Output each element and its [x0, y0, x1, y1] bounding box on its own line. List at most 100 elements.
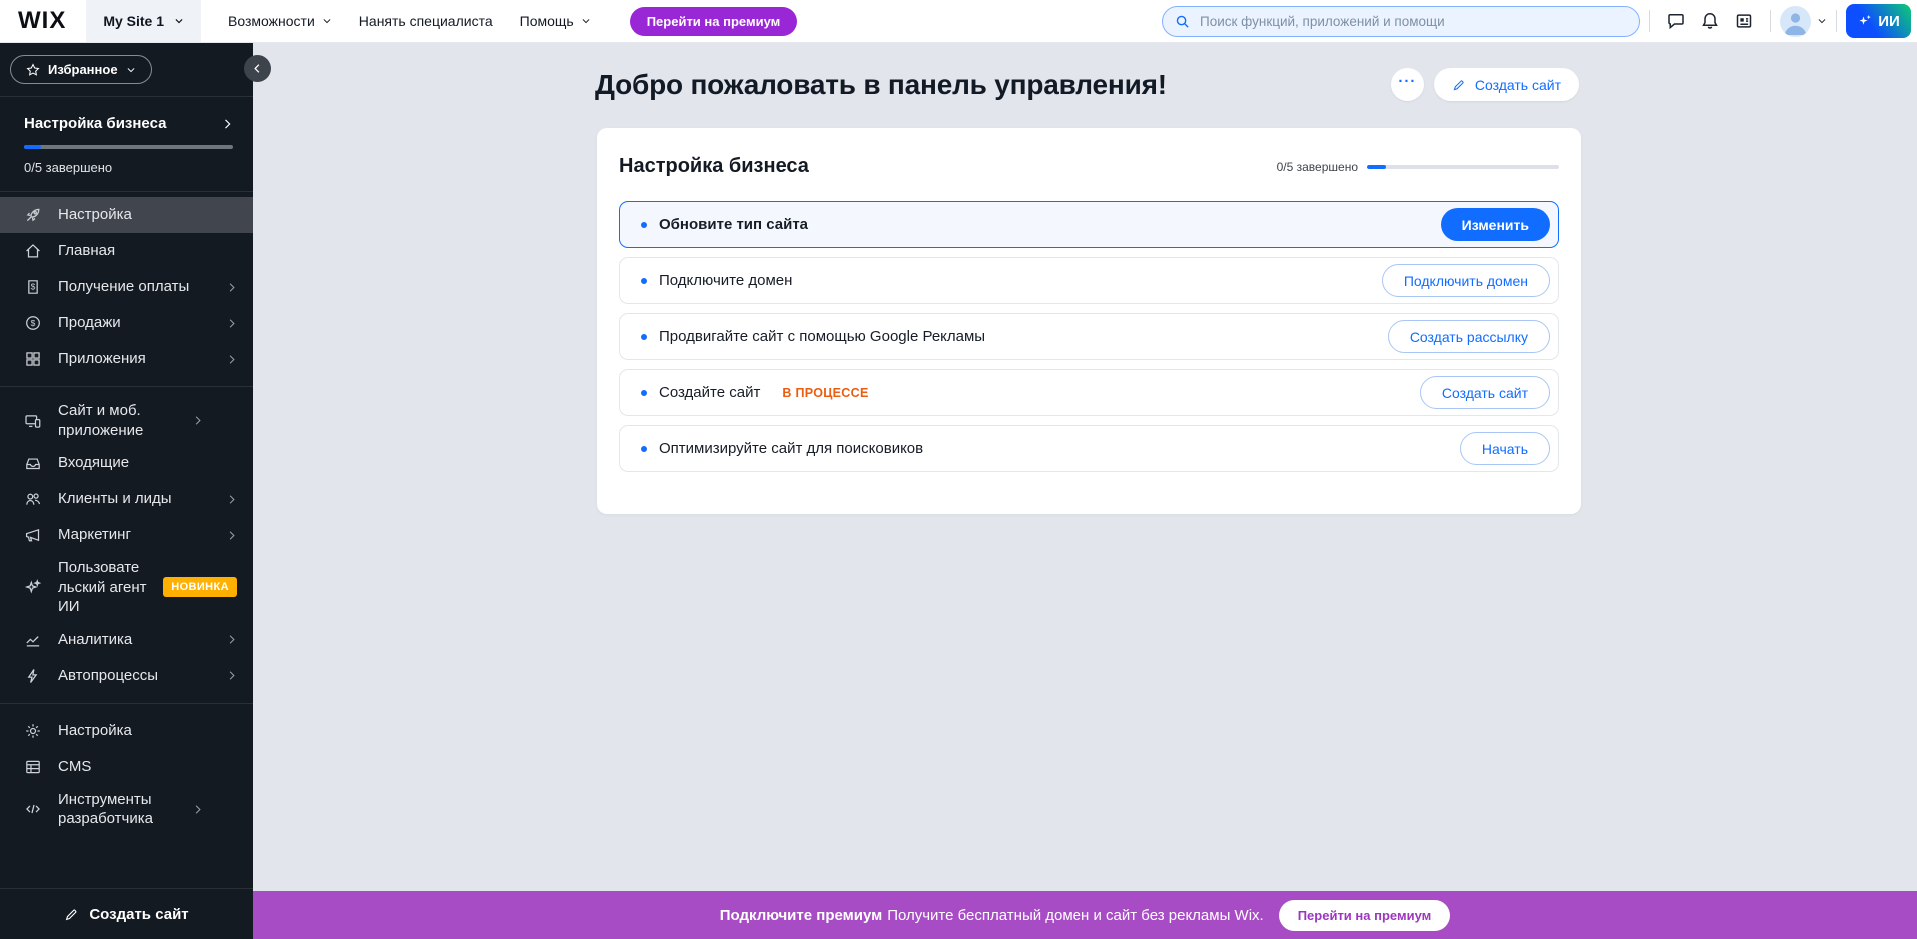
nav-help-label: Помощь — [520, 13, 574, 29]
site-menu-label: My Site 1 — [103, 13, 164, 29]
nav-hire-professional[interactable]: Нанять специалиста — [359, 13, 493, 29]
sidebar-item-payments[interactable]: $ Получение оплаты — [0, 269, 253, 305]
task-action-button[interactable]: Подключить домен — [1382, 264, 1550, 297]
bell-icon — [1700, 11, 1720, 31]
sidebar-item-label: Приложения — [58, 344, 210, 374]
divider — [0, 386, 253, 387]
account-menu[interactable] — [1780, 6, 1827, 37]
sidebar-item-label: Инструменты разработчика — [58, 785, 176, 834]
footer-premium-button[interactable]: Перейти на премиум — [1279, 900, 1451, 931]
chat-button[interactable] — [1659, 4, 1693, 38]
sidebar-item-marketing[interactable]: Маркетинг — [0, 517, 253, 553]
favorites-row: Избранное — [0, 42, 253, 97]
task-list: Обновите тип сайта Изменить Подключите д… — [619, 201, 1559, 472]
ai-assistant-button[interactable]: ИИ — [1846, 4, 1911, 38]
sidebar-item-cms[interactable]: CMS — [0, 749, 253, 785]
sidebar-create-site-button[interactable]: Создать сайт — [0, 888, 253, 939]
bullet-dot — [641, 278, 647, 284]
sidebar-item-inbox[interactable]: Входящие — [0, 445, 253, 481]
task-row-connect-domain[interactable]: Подключите домен Подключить домен — [619, 257, 1559, 304]
chevron-down-icon — [581, 16, 591, 26]
sidebar-setup-progress[interactable]: Настройка бизнеса 0/5 завершено — [0, 97, 253, 192]
sidebar-collapse-button[interactable] — [244, 55, 271, 82]
task-row-create-site[interactable]: Создайте сайт В ПРОЦЕССЕ Создать сайт — [619, 369, 1559, 416]
sidebar-item-label: Клиенты и лиды — [58, 484, 210, 514]
sidebar-item-sales[interactable]: $ Продажи — [0, 305, 253, 341]
search-bar[interactable] — [1162, 6, 1640, 37]
news-icon — [1734, 11, 1754, 31]
nav-hire-label: Нанять специалиста — [359, 13, 493, 29]
sidebar: Избранное Настройка бизнеса 0/5 завершен… — [0, 42, 253, 939]
chevron-right-icon — [226, 494, 237, 505]
sidebar-item-settings[interactable]: Настройка — [0, 713, 253, 749]
banner-text: Получите бесплатный домен и сайт без рек… — [887, 907, 1264, 924]
upgrade-premium-button[interactable]: Перейти на премиум — [630, 7, 798, 36]
sidebar-item-ai-agent[interactable]: Пользовательский агент ИИ НОВИНКА — [0, 553, 253, 622]
wix-logo[interactable]: WIX — [18, 7, 66, 35]
chevron-down-icon — [1817, 16, 1827, 26]
task-row-update-site-type[interactable]: Обновите тип сайта Изменить — [619, 201, 1559, 248]
card-progress: 0/5 завершено — [1277, 160, 1559, 174]
sidebar-item-label: Продажи — [58, 308, 210, 338]
setup-progress-bar — [24, 145, 233, 149]
chevron-right-icon — [226, 282, 237, 293]
nav-help[interactable]: Помощь — [520, 13, 591, 29]
search-input[interactable] — [1198, 13, 1633, 30]
sidebar-item-contacts[interactable]: Клиенты и лиды — [0, 481, 253, 517]
task-action-button[interactable]: Создать сайт — [1420, 376, 1550, 409]
search-icon — [1175, 14, 1190, 29]
notifications-button[interactable] — [1693, 4, 1727, 38]
sidebar-item-automations[interactable]: Автопроцессы — [0, 658, 253, 694]
task-label: Оптимизируйте сайт для поисковиков — [659, 440, 923, 457]
task-action-button[interactable]: Начать — [1460, 432, 1550, 465]
task-row-seo[interactable]: Оптимизируйте сайт для поисковиков Начат… — [619, 425, 1559, 472]
svg-text:$: $ — [31, 282, 36, 292]
bullet-dot — [641, 446, 647, 452]
contacts-icon — [24, 490, 42, 508]
home-icon — [24, 242, 42, 260]
sidebar-item-apps[interactable]: Приложения — [0, 341, 253, 377]
nav-features[interactable]: Возможности — [228, 13, 332, 29]
topbar: WIX My Site 1 Возможности Нанять специал… — [0, 0, 1917, 42]
chevron-down-icon — [174, 16, 184, 26]
chevron-left-icon — [252, 63, 263, 74]
bullet-dot — [641, 222, 647, 228]
task-label: Обновите тип сайта — [659, 216, 808, 233]
dev-tools-icon — [24, 800, 42, 818]
sidebar-item-label: Входящие — [58, 448, 237, 478]
automations-icon — [24, 667, 42, 685]
chevron-right-icon — [221, 118, 233, 130]
task-label: Создайте сайт — [659, 384, 760, 401]
favorites-dropdown[interactable]: Избранное — [10, 55, 152, 84]
pencil-icon — [1452, 78, 1466, 92]
create-site-button[interactable]: Создать сайт — [1434, 68, 1579, 101]
person-icon — [1780, 6, 1811, 37]
sidebar-item-site-and-app[interactable]: Сайт и моб. приложение — [0, 396, 253, 445]
chevron-right-icon — [226, 530, 237, 541]
setup-title: Настройка бизнеса — [24, 115, 166, 132]
news-button[interactable] — [1727, 4, 1761, 38]
sidebar-item-label: Главная — [58, 236, 237, 266]
gear-icon — [24, 722, 42, 740]
sidebar-item-label: Маркетинг — [58, 520, 210, 550]
site-menu[interactable]: My Site 1 — [86, 0, 201, 42]
task-action-button[interactable]: Изменить — [1441, 208, 1550, 241]
sidebar-item-analytics[interactable]: Аналитика — [0, 622, 253, 658]
sidebar-menu: Настройка Главная $ Получение оплаты $ П… — [0, 192, 253, 834]
sparkles-icon — [1857, 13, 1873, 29]
task-action-button[interactable]: Создать рассылку — [1388, 320, 1550, 353]
task-row-google-ads[interactable]: Продвигайте сайт с помощью Google Реклам… — [619, 313, 1559, 360]
wix-dashboard: WIX My Site 1 Возможности Нанять специал… — [0, 0, 1917, 939]
setup-progress-label: 0/5 завершено — [24, 160, 233, 175]
sales-icon: $ — [24, 314, 42, 332]
page-title: Добро пожаловать в панель управления! — [595, 69, 1167, 101]
ai-agent-icon — [24, 578, 42, 596]
sidebar-item-setup[interactable]: Настройка — [0, 197, 253, 233]
divider — [1836, 10, 1837, 32]
premium-banner: Подключите премиум Получите бесплатный д… — [253, 891, 1917, 939]
sidebar-item-dev-tools[interactable]: Инструменты разработчика — [0, 785, 253, 834]
sidebar-item-home[interactable]: Главная — [0, 233, 253, 269]
more-actions-button[interactable]: ··· — [1391, 68, 1424, 101]
pencil-icon — [64, 907, 79, 922]
chevron-down-icon — [126, 65, 136, 75]
